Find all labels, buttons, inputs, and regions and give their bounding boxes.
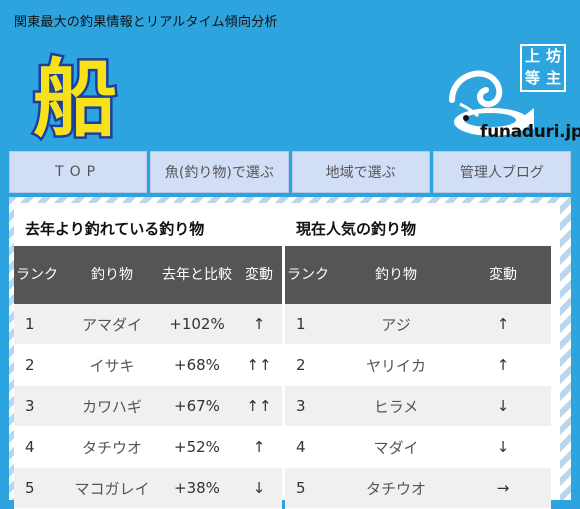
site-domain: funaduri.jp: [480, 122, 580, 142]
col-fish: 釣り物: [66, 246, 158, 304]
rank-cell: 2: [14, 344, 66, 386]
trend-cell: ↑↑: [236, 344, 282, 386]
col-trend: 変動: [236, 246, 282, 304]
main-nav: TOP 魚(釣り物)で選ぶ 地域で選ぶ 管理人ブログ: [9, 151, 571, 193]
table-row[interactable]: 2 イサキ +68% ↑↑: [14, 344, 282, 386]
stamp-char-4: 主: [545, 69, 561, 87]
site-logo[interactable]: 船: [16, 46, 134, 144]
nav-by-fish[interactable]: 魚(釣り物)で選ぶ: [150, 151, 289, 193]
rank-cell: 1: [14, 304, 66, 345]
fish-cell[interactable]: マダイ: [337, 426, 455, 468]
left-section-title: 去年より釣れている釣り物: [25, 220, 205, 238]
fish-cell[interactable]: ヒラメ: [337, 385, 455, 427]
trend-cell: ↓: [455, 385, 551, 427]
table-row[interactable]: 4 マダイ ↓: [285, 426, 551, 468]
fish-cell[interactable]: カワハギ: [66, 385, 158, 427]
popular-now-table: ランク 釣り物 変動 1 アジ ↑ 2 ヤリイカ ↑ 3 ヒラメ ↓ 4 マダイ…: [285, 246, 551, 509]
rank-cell: 5: [285, 467, 337, 509]
table-row[interactable]: 5 マコガレイ +38% ↓: [14, 467, 282, 509]
site-tagline: 関東最大の釣果情報とリアルタイム傾向分析: [14, 15, 278, 30]
compare-cell: +68%: [158, 344, 236, 386]
rank-cell: 4: [14, 426, 66, 468]
compare-cell: +102%: [158, 304, 236, 345]
shop-stamp: 上 坊 等 主: [520, 44, 566, 92]
fish-cell[interactable]: イサキ: [66, 344, 158, 386]
trend-cell: ↑: [236, 426, 282, 468]
compare-cell: +52%: [158, 426, 236, 468]
nav-by-region[interactable]: 地域で選ぶ: [291, 151, 430, 193]
trend-cell: ↑: [455, 304, 551, 345]
col-rank: ランク: [14, 246, 66, 304]
fish-cell[interactable]: アジ: [337, 304, 455, 345]
compare-cell: +67%: [158, 385, 236, 427]
boat-kanji-logo-icon: 船: [30, 48, 119, 145]
table-row[interactable]: 4 タチウオ +52% ↑: [14, 426, 282, 468]
stamp-char-1: 上: [524, 47, 540, 65]
fish-cell[interactable]: タチウオ: [66, 426, 158, 468]
trend-cell: ↓: [455, 426, 551, 468]
table-row[interactable]: 1 アジ ↑: [285, 304, 551, 345]
col-compare: 去年と比較: [158, 246, 236, 304]
stamp-char-3: 等: [524, 69, 540, 87]
col-fish: 釣り物: [337, 246, 455, 304]
table-row[interactable]: 5 タチウオ →: [285, 467, 551, 509]
rank-cell: 5: [14, 467, 66, 509]
rank-cell: 3: [285, 385, 337, 427]
trend-cell: →: [455, 467, 551, 509]
fish-cell[interactable]: タチウオ: [337, 467, 455, 509]
trend-cell: ↓: [236, 467, 282, 509]
rank-cell: 3: [14, 385, 66, 427]
logo-text: 船: [33, 50, 117, 144]
col-trend: 変動: [455, 246, 551, 304]
compare-cell: +38%: [158, 467, 236, 509]
content-inner: 去年より釣れている釣り物 ランク 釣り物 去年と比較 変動 1 アマダイ +10…: [14, 203, 560, 509]
table-row[interactable]: 2 ヤリイカ ↑: [285, 344, 551, 386]
nav-top[interactable]: TOP: [9, 151, 148, 193]
year-over-year-table: ランク 釣り物 去年と比較 変動 1 アマダイ +102% ↑ 2 イサキ +6…: [14, 246, 282, 509]
stamp-char-2: 坊: [545, 47, 561, 65]
trend-cell: ↑↑: [236, 385, 282, 427]
fish-cell[interactable]: アマダイ: [66, 304, 158, 345]
fish-cell[interactable]: マコガレイ: [66, 467, 158, 509]
right-section-title: 現在人気の釣り物: [296, 220, 417, 238]
rank-cell: 2: [285, 344, 337, 386]
table-row[interactable]: 3 カワハギ +67% ↑↑: [14, 385, 282, 427]
col-rank: ランク: [285, 246, 337, 304]
nav-admin-blog[interactable]: 管理人ブログ: [432, 151, 571, 193]
table-row[interactable]: 1 アマダイ +102% ↑: [14, 304, 282, 345]
fish-cell[interactable]: ヤリイカ: [337, 344, 455, 386]
trend-cell: ↑: [236, 304, 282, 345]
table-row[interactable]: 3 ヒラメ ↓: [285, 385, 551, 427]
brand-area[interactable]: 上 坊 等 主 funaduri.jp: [444, 42, 580, 146]
content-panel: 去年より釣れている釣り物 ランク 釣り物 去年と比較 変動 1 アマダイ +10…: [9, 197, 571, 509]
rank-cell: 1: [285, 304, 337, 345]
trend-cell: ↑: [455, 344, 551, 386]
rank-cell: 4: [285, 426, 337, 468]
